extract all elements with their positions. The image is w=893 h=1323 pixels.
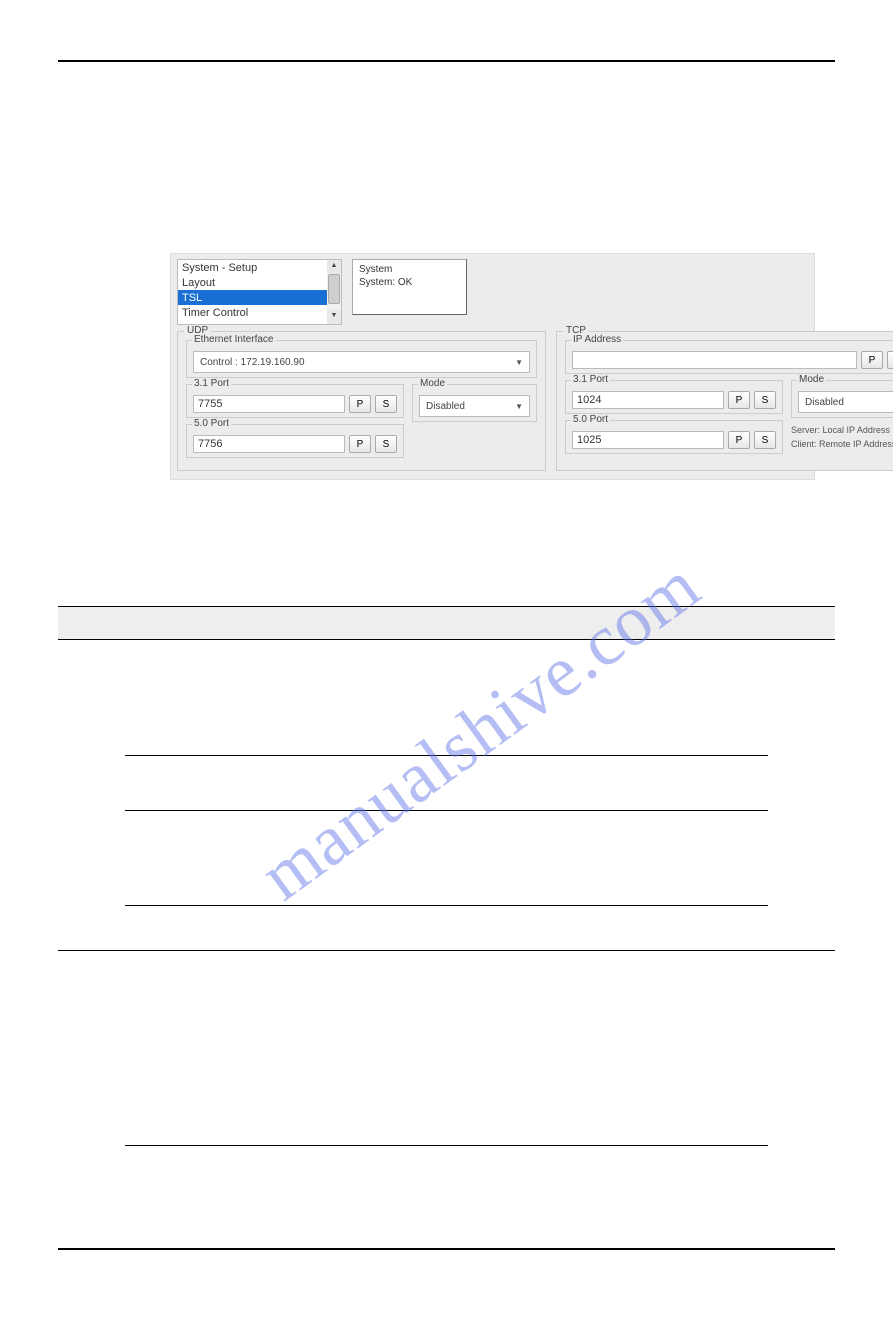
ethernet-interface-dropdown[interactable]: Control : 172.19.160.90 ▼: [193, 351, 530, 373]
udp-port50-p-button[interactable]: P: [349, 435, 371, 453]
tcp-port31-input[interactable]: [572, 391, 724, 409]
chevron-down-icon: ▼: [515, 358, 523, 367]
nav-listbox[interactable]: System - Setup Layout TSL Timer Control …: [177, 259, 342, 325]
tcp-mode-value: Disabled: [805, 397, 844, 408]
tcp-port31-legend: 3.1 Port: [571, 374, 610, 385]
tcp-port50-s-button[interactable]: S: [754, 431, 776, 449]
nav-scrollbar[interactable]: ▲ ▼: [327, 260, 341, 324]
ip-legend: IP Address: [571, 334, 623, 345]
tcp-port31-s-button[interactable]: S: [754, 391, 776, 409]
config-panel: System - Setup Layout TSL Timer Control …: [170, 253, 815, 480]
udp-port50-legend: 5.0 Port: [192, 418, 231, 429]
tcp-port50-input[interactable]: [572, 431, 724, 449]
udp-group: UDP Ethernet Interface Control : 172.19.…: [177, 331, 546, 471]
scroll-up-icon[interactable]: ▲: [327, 260, 341, 274]
nav-item-timer-control[interactable]: Timer Control: [178, 305, 327, 320]
tcp-port50-legend: 5.0 Port: [571, 414, 610, 425]
system-status-box: System System: OK: [352, 259, 467, 315]
ethernet-legend: Ethernet Interface: [192, 334, 276, 345]
udp-mode-legend: Mode: [418, 378, 447, 389]
status-title: System: [359, 263, 460, 276]
scroll-thumb[interactable]: [328, 274, 340, 304]
udp-port31-legend: 3.1 Port: [192, 378, 231, 389]
watermark-text: manualshive.com: [245, 543, 715, 916]
tcp-mode-dropdown[interactable]: Disabled ▼: [798, 391, 893, 413]
status-line: System: OK: [359, 276, 460, 289]
tcp-ip-input[interactable]: [572, 351, 857, 369]
tcp-hint-client: Client: Remote IP Address: [791, 438, 893, 450]
tcp-ip-p-button[interactable]: P: [861, 351, 883, 369]
udp-port31-s-button[interactable]: S: [375, 395, 397, 413]
tcp-hint-server: Server: Local IP Address: [791, 424, 893, 436]
nav-item-layout[interactable]: Layout: [178, 275, 327, 290]
tcp-ip-s-button[interactable]: S: [887, 351, 893, 369]
tcp-port50-p-button[interactable]: P: [728, 431, 750, 449]
nav-item-tsl[interactable]: TSL: [178, 290, 327, 305]
udp-mode-dropdown[interactable]: Disabled ▼: [419, 395, 530, 417]
udp-port50-s-button[interactable]: S: [375, 435, 397, 453]
nav-item-system-setup[interactable]: System - Setup: [178, 260, 327, 275]
scroll-down-icon[interactable]: ▼: [327, 310, 341, 324]
tcp-group: TCP IP Address P S 3.1 Port P S: [556, 331, 893, 471]
udp-port31-input[interactable]: [193, 395, 345, 413]
udp-mode-value: Disabled: [426, 401, 465, 412]
tcp-mode-legend: Mode: [797, 374, 826, 385]
udp-port50-input[interactable]: [193, 435, 345, 453]
udp-port31-p-button[interactable]: P: [349, 395, 371, 413]
chevron-down-icon: ▼: [515, 402, 523, 411]
tcp-port31-p-button[interactable]: P: [728, 391, 750, 409]
ethernet-value: Control : 172.19.160.90: [200, 357, 305, 368]
